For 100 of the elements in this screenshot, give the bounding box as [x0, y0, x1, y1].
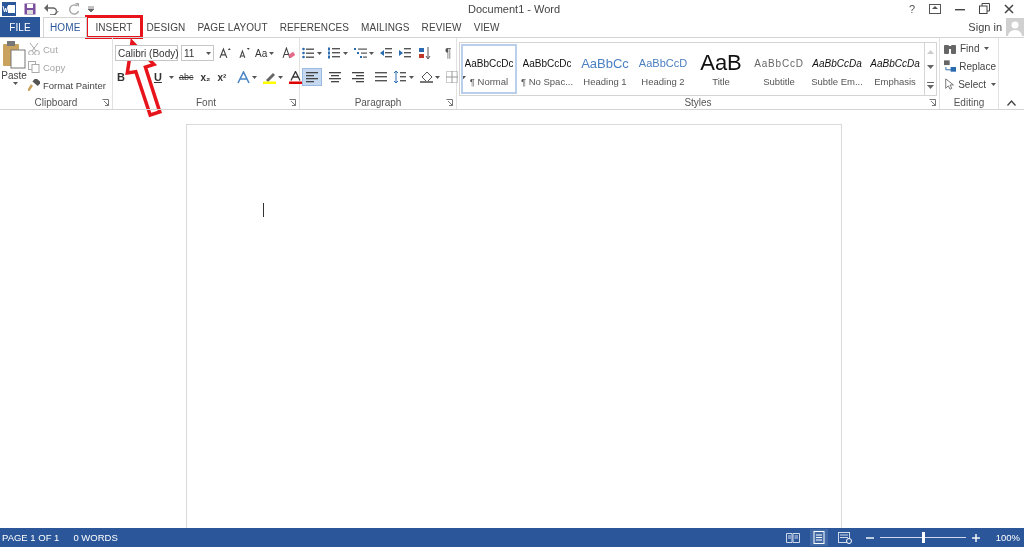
- style-name: ¶ No Spac...: [520, 76, 574, 87]
- caret-icon[interactable]: [278, 75, 284, 79]
- find-button[interactable]: Find: [944, 40, 996, 56]
- bold-button[interactable]: B: [115, 71, 127, 83]
- clear-formatting-icon[interactable]: [282, 46, 295, 60]
- ribbon-tab[interactable]: INSERT: [87, 17, 141, 37]
- multilevel-list-icon[interactable]: [354, 47, 367, 59]
- ribbon-tab[interactable]: MAILINGS: [355, 17, 416, 37]
- style-sample: AaB: [700, 52, 742, 74]
- save-icon[interactable]: [24, 2, 36, 15]
- word-count[interactable]: 0 WORDS: [73, 532, 118, 543]
- style-item[interactable]: AaBbCcDc ¶ No Spac...: [519, 44, 575, 94]
- align-left-button[interactable]: [302, 68, 322, 86]
- bullets-icon[interactable]: [302, 47, 315, 59]
- group-label: Paragraph: [354, 96, 402, 108]
- undo-icon[interactable]: [44, 2, 60, 15]
- paste-button[interactable]: Paste: [2, 41, 26, 95]
- dialog-launcher-icon[interactable]: [289, 99, 296, 106]
- restore-icon[interactable]: [979, 3, 990, 14]
- font-size-field[interactable]: 11: [181, 45, 215, 61]
- ribbon-tab[interactable]: HOME: [43, 17, 88, 38]
- style-name: ¶ Normal: [469, 76, 509, 87]
- replace-button[interactable]: Replace: [944, 58, 996, 74]
- style-item[interactable]: AaBbCcD Subtitle: [751, 44, 807, 94]
- caret-icon[interactable]: [12, 82, 18, 85]
- text-effects-icon[interactable]: [237, 70, 251, 84]
- align-left-icon: [306, 71, 318, 83]
- style-name: Title: [712, 76, 730, 87]
- ribbon-tab[interactable]: DESIGN: [140, 17, 192, 37]
- page-count[interactable]: PAGE 1 OF 1: [2, 532, 60, 543]
- style-sample: AaBbCcDc: [522, 56, 572, 71]
- caret-icon[interactable]: [269, 51, 275, 55]
- text-cursor: [262, 203, 264, 217]
- ribbon-tab[interactable]: PAGE LAYOUT: [191, 17, 274, 37]
- read-mode-icon[interactable]: [785, 532, 800, 543]
- grow-font-icon[interactable]: [219, 47, 232, 59]
- ribbon-tab[interactable]: REFERENCES: [273, 17, 355, 37]
- style-item[interactable]: AaBbCcDa Emphasis: [867, 44, 923, 94]
- style-item[interactable]: AaBbCcDc ¶ Normal: [461, 44, 517, 94]
- style-item[interactable]: AaBbCcDa Subtle Em...: [809, 44, 865, 94]
- style-item[interactable]: AaBbCcD Heading 2: [635, 44, 691, 94]
- strikethrough-button[interactable]: abc: [176, 72, 196, 82]
- close-icon[interactable]: [1004, 3, 1014, 14]
- ribbon-tab[interactable]: VIEW: [467, 17, 506, 37]
- highlighter-icon[interactable]: [263, 70, 277, 84]
- dialog-launcher-icon[interactable]: [446, 99, 453, 106]
- sign-in-link[interactable]: Sign in: [968, 21, 1002, 33]
- style-sample: AaBbCcD: [754, 56, 804, 71]
- font-color-icon[interactable]: [289, 70, 303, 84]
- caret-icon[interactable]: [206, 51, 212, 55]
- caret-icon[interactable]: [461, 75, 466, 79]
- style-name: Heading 1: [583, 76, 627, 87]
- zoom-level[interactable]: 100%: [995, 532, 1020, 543]
- numbering-icon[interactable]: [328, 47, 341, 59]
- ribbon-tab[interactable]: REVIEW: [415, 17, 468, 37]
- help-button[interactable]: ?: [908, 2, 915, 15]
- style-name: Subtitle: [763, 76, 795, 87]
- show-formatting-button[interactable]: ¶: [443, 46, 454, 60]
- group-label: Editing: [953, 96, 985, 108]
- file-tab[interactable]: FILE: [0, 17, 40, 37]
- window-title: Document1 - Word: [467, 2, 562, 15]
- caret-icon[interactable]: [252, 75, 258, 79]
- decrease-indent-icon[interactable]: [380, 47, 393, 59]
- superscript-button[interactable]: x²: [215, 71, 229, 83]
- style-sample: AaBbCcDa: [812, 56, 862, 71]
- style-sample: AaBbCcDc: [464, 56, 514, 71]
- caret-icon[interactable]: [317, 51, 322, 55]
- caret-icon[interactable]: [168, 75, 174, 79]
- font-name-field[interactable]: Calibri (Body): [115, 45, 178, 61]
- change-case-button[interactable]: Aa: [255, 47, 275, 59]
- caret-icon[interactable]: [409, 75, 414, 79]
- collapse-ribbon-icon[interactable]: [1007, 100, 1016, 106]
- caret-icon[interactable]: [984, 46, 990, 50]
- line-spacing-icon[interactable]: [394, 71, 407, 83]
- select-button[interactable]: Select: [944, 76, 996, 92]
- zoom-in-button[interactable]: [971, 533, 980, 542]
- shrink-font-icon[interactable]: [238, 47, 250, 59]
- dialog-launcher-icon[interactable]: [102, 99, 109, 106]
- group-label: Clipboard: [34, 96, 78, 108]
- increase-indent-icon[interactable]: [399, 47, 412, 59]
- print-layout-icon[interactable]: [809, 529, 828, 546]
- app-icon[interactable]: [2, 1, 16, 16]
- dialog-launcher-icon[interactable]: [929, 99, 936, 106]
- format-painter-button[interactable]: Format Painter: [28, 77, 106, 93]
- web-layout-icon[interactable]: [837, 531, 852, 544]
- caret-icon[interactable]: [435, 75, 440, 79]
- subscript-button[interactable]: x₂: [198, 71, 213, 83]
- style-item[interactable]: AaBbCc Heading 1: [577, 44, 633, 94]
- sort-icon[interactable]: [418, 47, 431, 59]
- customize-icon[interactable]: [88, 5, 94, 12]
- caret-icon[interactable]: [369, 51, 374, 55]
- caret-icon[interactable]: [343, 51, 348, 55]
- align-center-icon: [329, 71, 341, 83]
- caret-icon[interactable]: [991, 82, 996, 86]
- scroll-down-icon[interactable]: [927, 65, 934, 71]
- style-item[interactable]: AaB Title: [693, 44, 749, 94]
- ribbon-display-icon[interactable]: [929, 3, 941, 14]
- more-icon[interactable]: [927, 82, 934, 90]
- shading-icon[interactable]: [420, 71, 433, 83]
- underline-button[interactable]: U: [151, 71, 164, 83]
